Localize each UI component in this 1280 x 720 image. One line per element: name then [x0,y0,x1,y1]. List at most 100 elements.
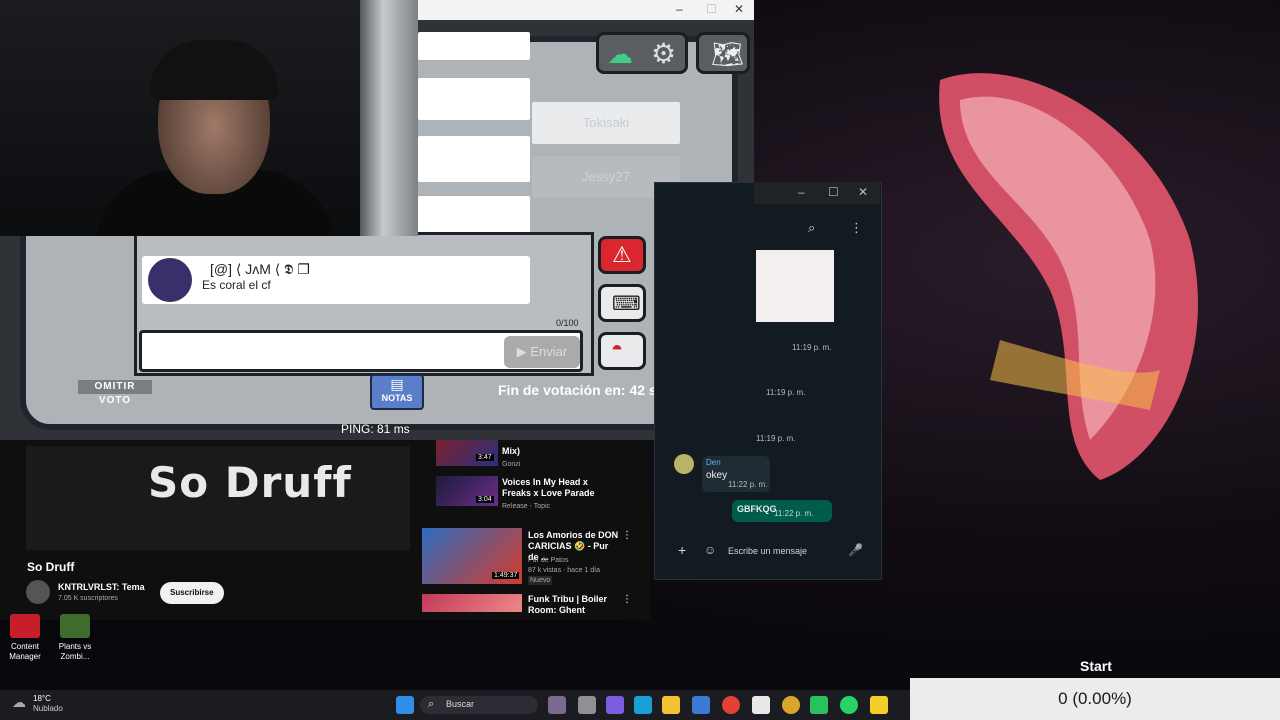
map-icon: 🗺 [711,39,745,69]
copilot-icon[interactable] [606,696,624,714]
subscribe-button[interactable]: Suscribirse [160,582,224,604]
edge-icon[interactable] [634,696,652,714]
list-item[interactable]: 3:47 Mix) Gonzi [412,440,650,476]
store-icon[interactable] [752,696,770,714]
sender-name: Den [706,458,721,467]
close-button[interactable]: ✕ [734,2,744,16]
android-icon[interactable] [810,696,828,714]
message-time: 11:19 p. m. [766,388,806,397]
quick-chat-icon: ◓ [611,338,624,360]
plus-icon[interactable]: + [678,542,686,558]
whatsapp-titlebar: – ☐ ✕ [754,182,880,204]
widget-icon[interactable] [548,696,566,714]
ping-readout: PING: 81 ms [341,422,410,436]
video-thumbnail [436,440,498,466]
send-icon: ▶ [516,344,531,359]
close-button[interactable]: ✕ [858,185,868,199]
file-explorer-icon[interactable] [662,696,680,714]
list-item[interactable]: 3:04 Voices In My Head x Freaks x Love P… [412,474,650,514]
video-item-title: Voices In My Head x Freaks x Love Parade [502,477,595,498]
list-item[interactable]: Funk Tribu | Boiler Room: Ghent ⋮ [412,594,650,615]
message-text: GBFKQG [737,504,777,514]
channel-avatar[interactable] [26,580,50,604]
player-slot[interactable] [418,32,530,60]
player-avatar [148,258,192,302]
shared-image[interactable] [756,250,834,322]
video-item-channel: Gonzi [502,461,521,468]
video-thumbnail [422,594,522,612]
video-item-channel: Pur de Patos [528,557,569,564]
keyboard-button[interactable]: ⌨ [598,284,646,322]
chat-sender: [@] ⟨ JᴧM ⟨ 𝕯 ❐ [210,261,310,277]
maximize-button[interactable]: ☐ [706,2,717,16]
char-counter: 0/100 [556,318,579,328]
player-name-tag[interactable]: Tokisaki [532,102,680,144]
content-manager-icon [10,614,40,638]
webcam-background [360,0,418,236]
new-badge: Nuevo [528,576,553,585]
skip-vote-button[interactable]: OMITIR VOTO [78,380,152,406]
video-title-overlay: So Druff [148,458,352,507]
gear-icon[interactable]: ⚙ [651,37,676,70]
contact-avatar[interactable] [674,454,694,474]
mail-icon[interactable] [692,696,710,714]
taskbar-search[interactable]: ⌕ Buscar [420,696,538,714]
send-button[interactable]: ▶ Enviar [504,336,580,368]
video-item-channel: Release - Topic [502,503,551,510]
whatsapp-icon[interactable] [840,696,858,714]
desktop-icon-content-manager[interactable]: Content Manager [2,614,48,662]
subscriber-count: 7.05 K suscriptores [58,595,118,602]
minimize-button[interactable]: – [676,2,683,16]
cloud-icon: ☁ [12,694,26,710]
player-slot[interactable] [418,136,530,182]
notes-button[interactable]: ▤ NOTAS [370,374,424,410]
more-options-icon[interactable]: ⋮ [622,530,632,541]
chat-message: [@] ⟨ JᴧM ⟨ 𝕯 ❐ Es coral el cf [142,256,530,304]
microphone-icon[interactable]: 🎤 [848,543,863,557]
windows-start-icon[interactable] [396,696,414,714]
notes-icon: ▤ [390,376,404,392]
message-time: 11:19 p. m. [756,434,796,443]
player-slot[interactable] [418,78,530,120]
chat-icon[interactable]: ☁ [607,39,633,70]
chrome-profile-icon[interactable] [782,696,800,714]
webcam-hair [150,40,278,100]
message-time: 11:22 p. m. [728,480,768,489]
among-us-icon[interactable] [870,696,888,714]
search-icon[interactable]: ⌕ [808,220,815,236]
quick-chat-button[interactable]: ◓ [598,332,646,370]
map-button[interactable]: 🗺 [696,32,750,74]
report-button[interactable]: ⚠ [598,236,646,274]
minimize-button[interactable]: – [798,185,805,199]
message-composer: + ☺ Escribe un mensaje 🎤 [668,540,874,566]
outgoing-message: GBFKQG 11:22 p. m. [732,500,832,522]
message-input[interactable]: Escribe un mensaje [728,546,807,556]
search-label: Buscar [446,699,475,709]
message-time: 11:22 p. m. [774,509,814,518]
game-window-titlebar: – ☐ ✕ [418,0,754,20]
widget-value: 0 (0.00%) [910,678,1280,720]
message-text: okey [706,470,728,481]
notes-label: NOTAS [381,393,413,403]
video-item-title: Mix) [502,446,520,456]
desktop-icon-plants-vs-zombies[interactable]: Plants vs Zombi... [52,614,98,662]
video-duration: 1:49:37 [492,572,520,579]
alert-icon: ⚠ [612,242,632,267]
maximize-button[interactable]: ☐ [828,185,839,199]
task-view-icon[interactable] [578,696,596,714]
top-controls: ☁ ⚙ [596,32,688,74]
list-item[interactable]: 1:49:37 Los Amorios de DON CARICIAS 🤣 - … [412,528,650,585]
chrome-icon[interactable] [722,696,740,714]
weather-temp[interactable]: 18°C [33,694,51,703]
menu-icon[interactable]: ⋮ [850,220,863,236]
search-icon: ⌕ [428,698,435,710]
weather-desc[interactable]: Nublado [33,704,63,713]
message-time: 11:19 p. m. [792,343,832,352]
channel-name[interactable]: KNTRLVRLST: Tema [58,582,145,592]
emoji-icon[interactable]: ☺ [704,543,716,557]
more-options-icon[interactable]: ⋮ [622,594,632,605]
video-title: So Druff [27,560,75,574]
vote-timer: Fin de votación en: 42 s [498,382,657,398]
webcam-feed [0,0,418,236]
plants-vs-zombies-icon [60,614,90,638]
